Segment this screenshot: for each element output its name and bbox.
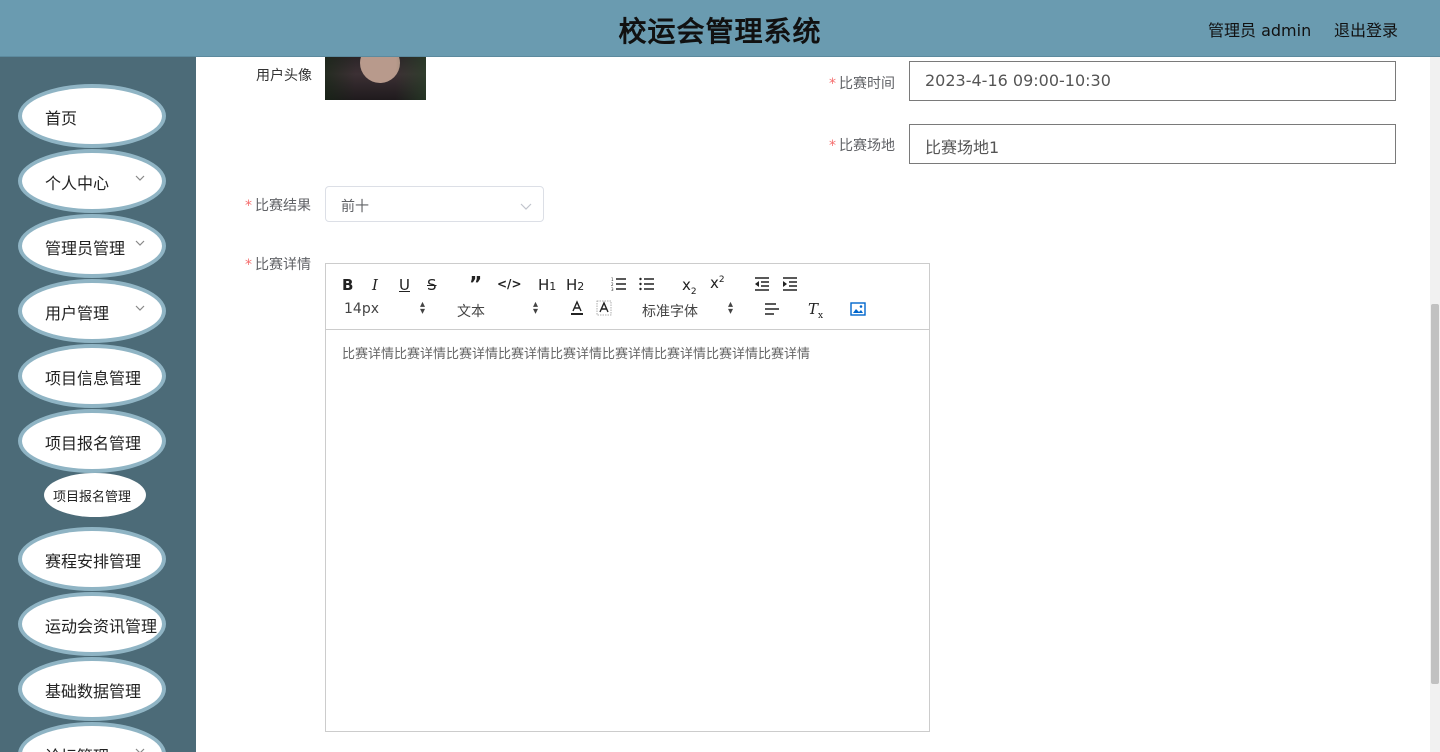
svg-text:3: 3 xyxy=(611,287,614,291)
required-mark: * xyxy=(245,257,252,273)
venue-label-text: 比赛场地 xyxy=(839,138,895,154)
image-icon[interactable] xyxy=(850,302,866,316)
strike-icon[interactable]: S xyxy=(427,276,437,294)
code-block-icon[interactable]: </> xyxy=(497,277,522,291)
sidebar-item-project-info[interactable]: 项目信息管理 xyxy=(22,348,162,404)
font-size-value: 14px xyxy=(344,301,379,317)
chevron-down-icon xyxy=(134,299,146,313)
sidebar-item-home[interactable]: 首页 xyxy=(22,88,162,144)
chevron-down-icon xyxy=(134,234,146,248)
sidebar-item-label: 用户管理 xyxy=(45,304,110,323)
bullet-list-icon[interactable] xyxy=(639,277,655,291)
chevron-down-icon xyxy=(134,742,146,752)
venue-label: * 比赛场地 xyxy=(829,135,895,155)
sidebar-item-admin-management[interactable]: 管理员管理 xyxy=(22,218,162,274)
superscript-icon[interactable]: x2 xyxy=(710,274,725,292)
sidebar-item-label: 管理员管理 xyxy=(45,239,126,258)
scrollbar-thumb[interactable] xyxy=(1431,304,1439,684)
sidebar-item-personal-center[interactable]: 个人中心 xyxy=(22,153,162,209)
sidebar-item-forum[interactable]: 论坛管理 xyxy=(22,726,162,752)
rich-text-editor: B I U S ” </> H1 H2 123 x2 x2 14px ▴ ▾ 文本… xyxy=(325,263,930,732)
updown-icon: ▴ ▾ xyxy=(420,299,426,317)
sidebar-item-label: 首页 xyxy=(45,109,78,128)
bold-icon[interactable]: B xyxy=(342,276,353,294)
editor-content[interactable]: 比赛详情比赛详情比赛详情比赛详情比赛详情比赛详情比赛详情比赛详情比赛详情 xyxy=(342,343,810,362)
underline-icon[interactable]: U xyxy=(399,276,410,294)
detail-label: * 比赛详情 xyxy=(245,254,311,274)
sidebar-item-label: 项目信息管理 xyxy=(45,369,142,388)
sidebar-item-label: 运动会资讯管理 xyxy=(45,617,158,636)
time-label-text: 比赛时间 xyxy=(839,76,895,92)
align-left-icon[interactable] xyxy=(764,302,780,316)
user-avatar[interactable] xyxy=(325,57,426,100)
sidebar-item-label: 论坛管理 xyxy=(45,743,109,752)
background-color-icon[interactable] xyxy=(596,300,612,316)
match-venue-input[interactable]: 比赛场地1 xyxy=(909,124,1396,164)
sidebar: 首页 个人中心 管理员管理 用户管理 项目信息管理 项目报名管理 项目报名管理 … xyxy=(0,57,196,752)
font-family-value: 标准字体 xyxy=(642,304,698,320)
sidebar-item-news[interactable]: 运动会资讯管理 xyxy=(22,596,162,652)
match-time-input[interactable]: 2023-4-16 09:00-10:30 xyxy=(909,61,1396,101)
sidebar-item-base-data[interactable]: 基础数据管理 xyxy=(22,661,162,717)
blockquote-icon[interactable]: ” xyxy=(469,272,482,296)
ordered-list-icon[interactable]: 123 xyxy=(611,277,627,291)
sidebar-item-user-management[interactable]: 用户管理 xyxy=(22,283,162,339)
sidebar-item-label: 基础数据管理 xyxy=(45,682,142,701)
updown-icon: ▴ ▾ xyxy=(533,299,539,317)
editor-toolbar: B I U S ” </> H1 H2 123 x2 x2 14px ▴ ▾ 文本… xyxy=(326,264,929,330)
header-select[interactable]: 文本 ▴ ▾ xyxy=(457,299,543,321)
sidebar-item-project-signup[interactable]: 项目报名管理 xyxy=(22,413,162,469)
heading1-icon[interactable]: H1 xyxy=(538,276,556,294)
match-result-value: 前十 xyxy=(341,199,369,215)
sidebar-subitem-project-signup[interactable]: 项目报名管理 xyxy=(44,473,146,517)
sidebar-item-label: 赛程安排管理 xyxy=(45,552,142,571)
outdent-icon[interactable] xyxy=(754,277,770,291)
italic-icon[interactable]: I xyxy=(372,276,378,294)
required-mark: * xyxy=(829,138,836,154)
font-family-select[interactable]: 标准字体 ▴ ▾ xyxy=(642,299,738,321)
top-header: 校运会管理系统 管理员 admin 退出登录 xyxy=(0,0,1440,57)
heading2-icon[interactable]: H2 xyxy=(566,276,584,294)
subscript-icon[interactable]: x2 xyxy=(682,276,697,297)
sidebar-item-label: 个人中心 xyxy=(45,174,110,193)
detail-label-text: 比赛详情 xyxy=(255,257,311,273)
font-size-select[interactable]: 14px ▴ ▾ xyxy=(344,299,430,318)
font-color-icon[interactable] xyxy=(569,300,585,316)
sidebar-subitem-label: 项目报名管理 xyxy=(53,490,132,505)
sidebar-item-schedule[interactable]: 赛程安排管理 xyxy=(22,531,162,587)
required-mark: * xyxy=(245,198,252,214)
result-label-text: 比赛结果 xyxy=(255,198,311,214)
logout-link[interactable]: 退出登录 xyxy=(1334,17,1398,41)
chevron-down-icon xyxy=(134,169,146,183)
avatar-label: 用户头像 xyxy=(256,68,312,84)
match-result-select[interactable]: 前十 xyxy=(325,186,544,222)
sidebar-item-label: 项目报名管理 xyxy=(45,434,142,453)
current-user: 管理员 admin xyxy=(1208,21,1312,40)
time-label: * 比赛时间 xyxy=(829,73,895,93)
indent-icon[interactable] xyxy=(782,277,798,291)
updown-icon: ▴ ▾ xyxy=(728,299,734,317)
result-label: * 比赛结果 xyxy=(245,195,311,215)
header-select-value: 文本 xyxy=(457,304,485,320)
clear-format-icon[interactable]: Tx xyxy=(808,300,823,321)
required-mark: * xyxy=(829,76,836,92)
chevron-down-icon xyxy=(519,198,533,212)
page-scrollbar[interactable] xyxy=(1430,57,1440,752)
